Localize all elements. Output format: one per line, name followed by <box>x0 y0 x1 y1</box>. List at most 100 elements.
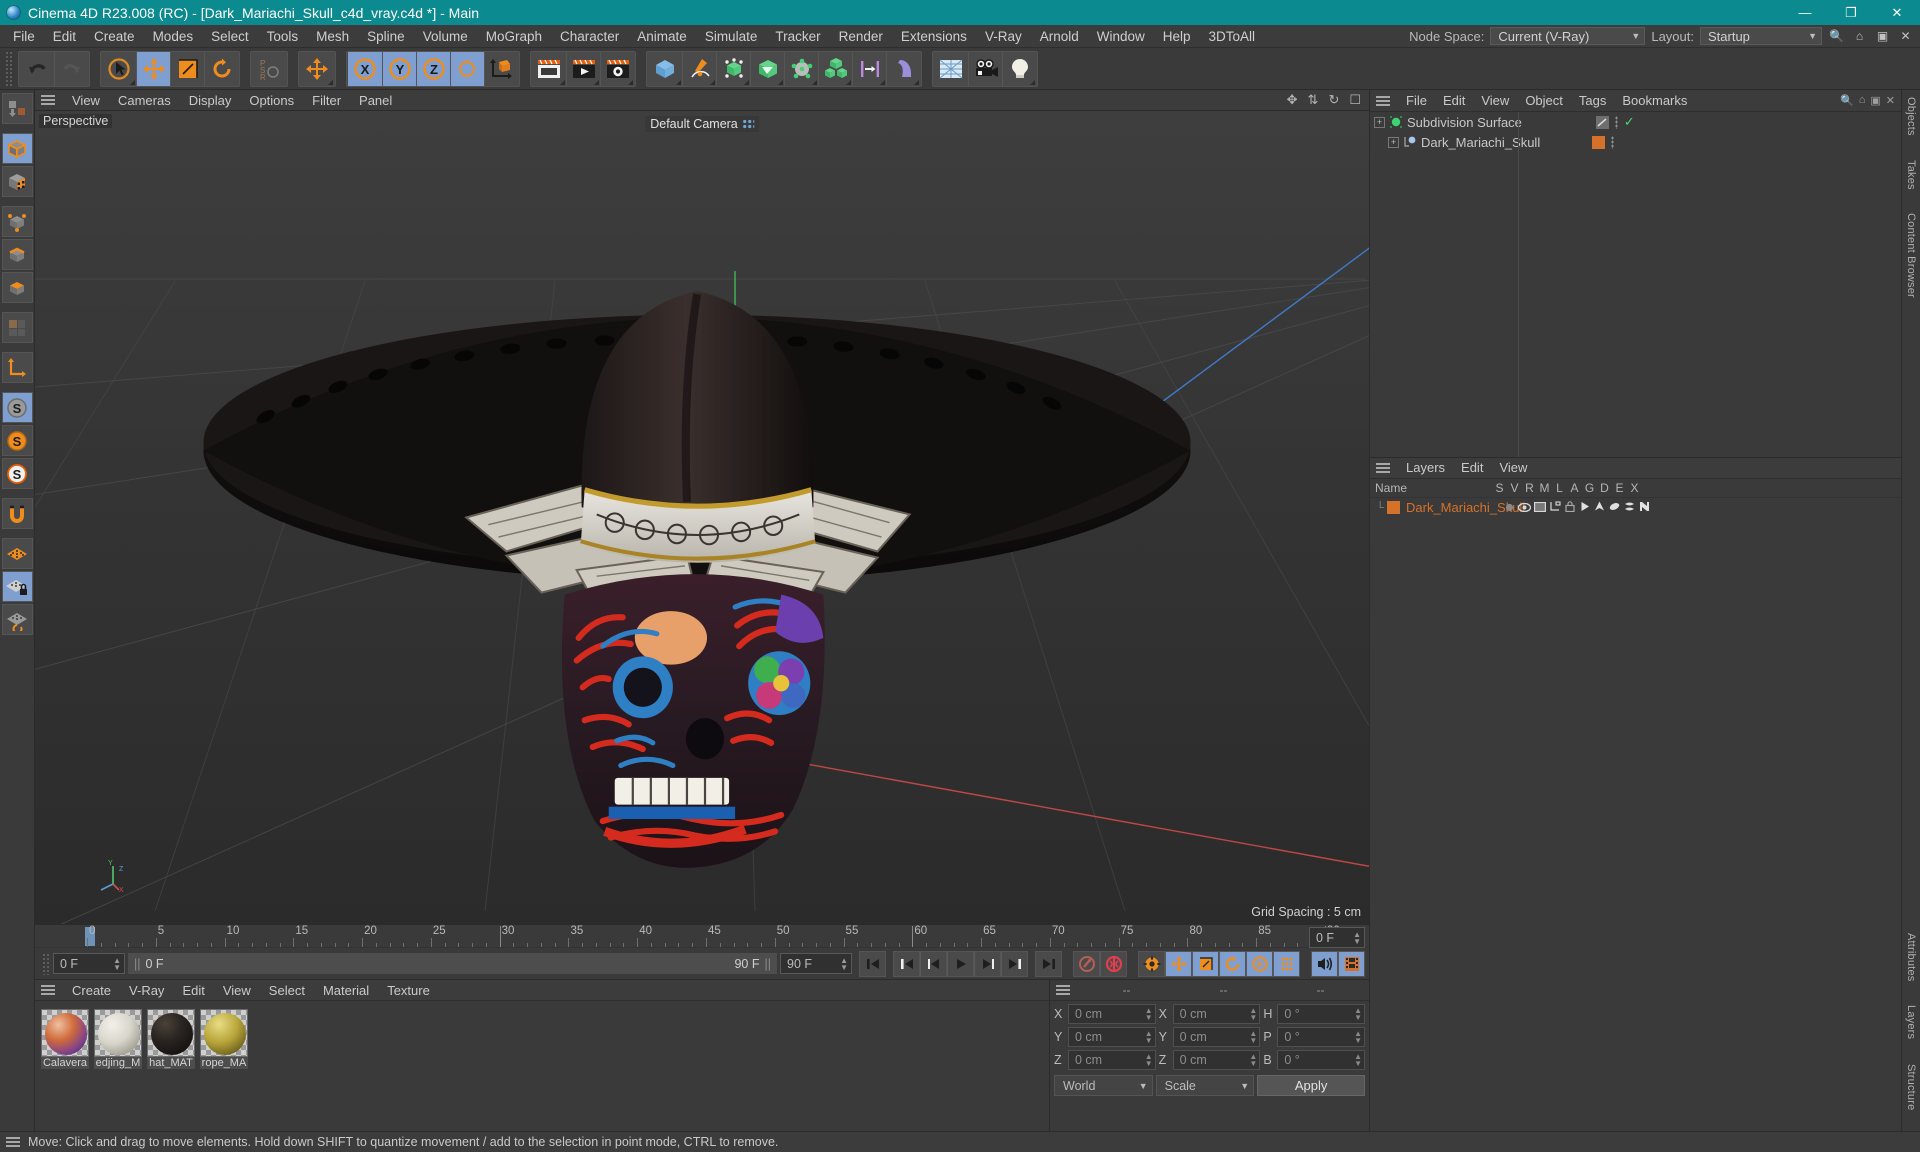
expand-toggle-icon[interactable]: + <box>1374 116 1385 128</box>
texture-mode[interactable] <box>1 166 33 197</box>
material-menu-create[interactable]: Create <box>63 983 120 998</box>
material-item[interactable]: edjing_M <box>94 1009 142 1069</box>
current-frame-field[interactable]: 0 F ▲ ▼ <box>53 953 125 974</box>
tab-layers[interactable]: Layers <box>1905 998 1917 1046</box>
menu-item-extensions[interactable]: Extensions <box>892 25 976 48</box>
spinner-arrows-icon[interactable]: ▲ ▼ <box>1353 930 1361 945</box>
object-tree-column-splitter[interactable] <box>1518 112 1519 457</box>
layer-render-icon[interactable] <box>1532 500 1547 515</box>
layer-col-e[interactable]: E <box>1612 481 1627 495</box>
visibility-check-icon[interactable]: ✓ <box>1624 114 1635 130</box>
previous-frame-button[interactable] <box>920 950 947 977</box>
spinner-arrows-icon[interactable]: ▲ ▼ <box>1249 1030 1257 1045</box>
apply-button[interactable]: Apply <box>1257 1075 1365 1096</box>
menu-item-mesh[interactable]: Mesh <box>307 25 358 48</box>
workplane[interactable] <box>1 538 33 569</box>
object-menu-edit[interactable]: Edit <box>1435 93 1473 108</box>
coordinate-system-dropdown[interactable]: World ▼ <box>1054 1075 1153 1096</box>
magnet-tool[interactable] <box>1 498 33 529</box>
layer-menu-handle[interactable] <box>1376 462 1390 473</box>
object-menu-bookmarks[interactable]: Bookmarks <box>1614 93 1695 108</box>
tab-attributes[interactable]: Attributes <box>1905 926 1917 988</box>
mariachi-skull-model[interactable] <box>35 111 1369 924</box>
workplane-snap[interactable]: S <box>1 458 33 489</box>
add-camera-button[interactable] <box>968 51 1002 86</box>
undo-button[interactable] <box>20 51 54 86</box>
transport-drag-handle[interactable] <box>42 952 50 975</box>
point-mode[interactable] <box>1 206 33 237</box>
lock-workplane[interactable] <box>1 571 33 602</box>
home-icon[interactable]: ⌂ <box>1851 28 1868 45</box>
object-manager-menu-handle[interactable] <box>1376 95 1390 106</box>
lock-z-axis[interactable]: Z <box>416 51 450 86</box>
menu-item-window[interactable]: Window <box>1088 25 1154 48</box>
layer-col-g[interactable]: G <box>1582 481 1597 495</box>
add-scene-object-button[interactable] <box>784 51 818 86</box>
tool-options-corner[interactable] <box>744 79 749 85</box>
object-row-subdivision-surface[interactable]: + Subdivision Surface ✓ <box>1370 112 1901 132</box>
menu-item-select[interactable]: Select <box>202 25 258 48</box>
play-button[interactable] <box>947 950 974 977</box>
layer-col-s[interactable]: S <box>1492 481 1507 495</box>
close-button[interactable]: ✕ <box>1874 0 1920 25</box>
tab-objects[interactable]: Objects <box>1905 90 1917 143</box>
layer-animation-icon[interactable] <box>1577 500 1592 515</box>
material-menu-select[interactable]: Select <box>260 983 314 998</box>
menu-item-mograph[interactable]: MoGraph <box>477 25 551 48</box>
tool-options-corner[interactable] <box>328 79 333 85</box>
coord-field-pos-z[interactable]: 0 cm ▲ ▼ <box>1068 1050 1156 1070</box>
layer-menu-view[interactable]: View <box>1491 460 1535 475</box>
perspective-viewport[interactable]: Perspective Default Camera Grid Spacing … <box>35 111 1369 924</box>
coord-field-pos-y[interactable]: 0 cm ▲ ▼ <box>1068 1027 1156 1047</box>
redo-button[interactable] <box>54 51 88 86</box>
object-axis[interactable] <box>484 51 518 86</box>
layer-menu-edit[interactable]: Edit <box>1453 460 1491 475</box>
timeline-range-track[interactable]: || 0 F 90 F || <box>128 953 777 974</box>
coord-field-size-z[interactable]: 0 cm ▲ ▼ <box>1172 1050 1261 1070</box>
go-to-end-button[interactable] <box>1035 950 1062 977</box>
grid-icon[interactable]: ▣ <box>1874 28 1891 45</box>
add-cube-button[interactable] <box>648 51 682 86</box>
coordinate-mode-dropdown[interactable]: Scale ▼ <box>1155 1075 1255 1096</box>
material-menu-handle[interactable] <box>41 985 55 995</box>
tool-options-corner[interactable] <box>560 79 565 85</box>
tool-options-corner[interactable] <box>594 79 599 85</box>
expand-toggle-icon[interactable]: + <box>1388 136 1399 148</box>
menu-item-3dtoall[interactable]: 3DToAll <box>1200 25 1265 48</box>
material-thumbnail[interactable] <box>94 1009 142 1057</box>
layer-col-v[interactable]: V <box>1507 481 1522 495</box>
select-tool[interactable] <box>102 51 136 86</box>
menu-item-render[interactable]: Render <box>830 25 892 48</box>
tag-dots-icon[interactable] <box>1614 115 1618 129</box>
spinner-arrows-icon[interactable]: ▲ ▼ <box>113 956 121 971</box>
scale-key-button[interactable] <box>1192 950 1219 977</box>
layer-col-l[interactable]: L <box>1552 481 1567 495</box>
tag-dots-icon[interactable] <box>1611 135 1615 149</box>
minimize-button[interactable]: — <box>1782 0 1828 25</box>
add-floor-button[interactable] <box>934 51 968 86</box>
add-field-button[interactable] <box>852 51 886 86</box>
menu-item-tracker[interactable]: Tracker <box>766 25 829 48</box>
add-spline-button[interactable] <box>682 51 716 86</box>
spinner-arrows-icon[interactable]: ▲ ▼ <box>1354 1053 1362 1068</box>
polygon-mode[interactable] <box>1 272 33 303</box>
point-level-animation-button[interactable] <box>1273 950 1300 977</box>
menu-item-vray[interactable]: V-Ray <box>976 25 1031 48</box>
tab-takes[interactable]: Takes <box>1905 153 1917 197</box>
spinner-arrows-icon[interactable]: ▲ ▼ <box>1354 1007 1362 1022</box>
viewport-menu-display[interactable]: Display <box>180 93 241 108</box>
material-thumbnail[interactable] <box>200 1009 248 1057</box>
rotate-tool[interactable] <box>204 51 238 86</box>
viewport-menu-cameras[interactable]: Cameras <box>109 93 180 108</box>
scale-tool[interactable] <box>170 51 204 86</box>
menu-item-modes[interactable]: Modes <box>144 25 203 48</box>
menu-item-arnold[interactable]: Arnold <box>1031 25 1088 48</box>
tab-structure[interactable]: Structure <box>1905 1057 1917 1117</box>
viewport-menu-filter[interactable]: Filter <box>303 93 350 108</box>
close-icon[interactable]: ✕ <box>1897 28 1914 45</box>
axis-modify-mode[interactable] <box>1 352 33 383</box>
next-keyframe-button[interactable] <box>1001 950 1028 977</box>
world-coordinate[interactable] <box>450 51 484 86</box>
layer-manager-icon[interactable] <box>1547 500 1562 515</box>
layer-row[interactable]: └ Dark_Mariachi_Skull <box>1370 498 1901 518</box>
